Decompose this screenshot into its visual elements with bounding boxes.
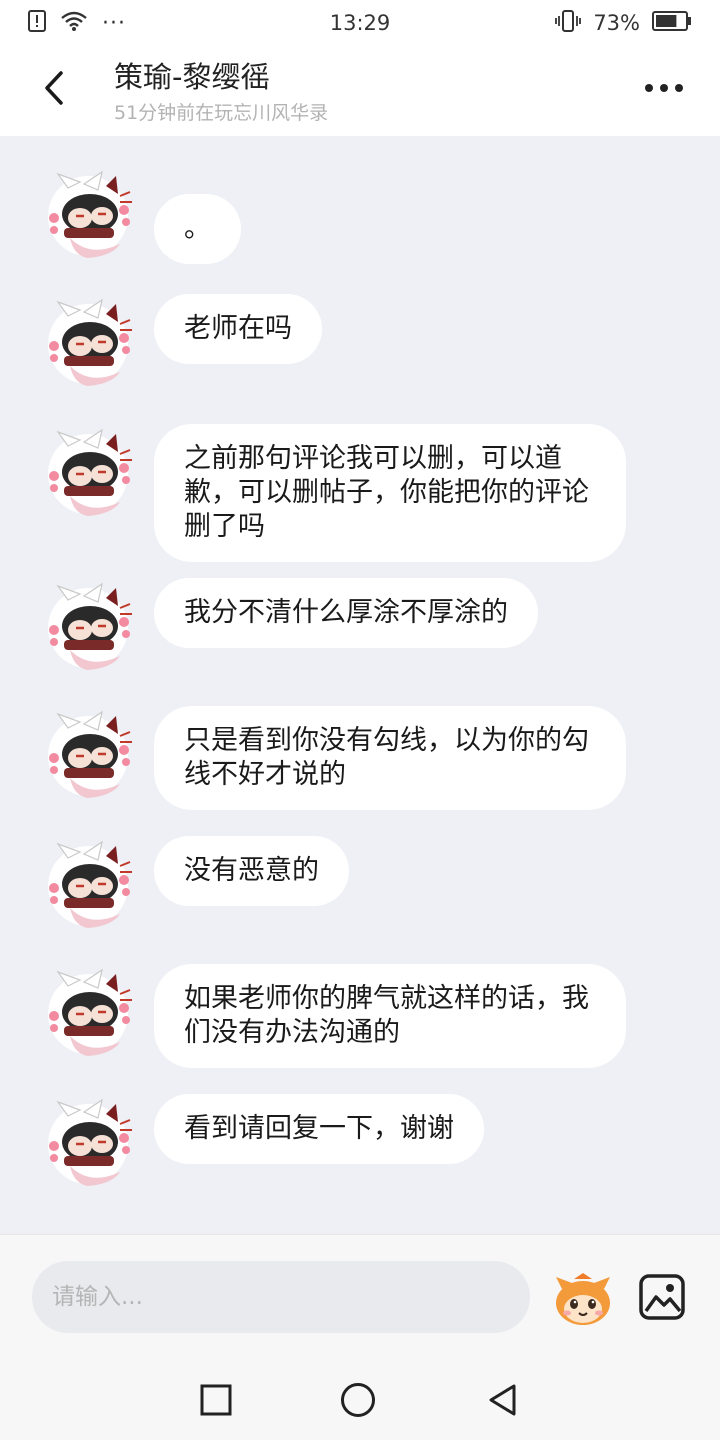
message-bubble[interactable]: 我分不清什么厚涂不厚涂的	[154, 578, 538, 648]
status-bar: ··· 13:29 73%	[0, 0, 720, 46]
sender-avatar[interactable]	[40, 294, 136, 390]
sender-avatar[interactable]	[40, 578, 136, 674]
image-picker-icon	[639, 1274, 685, 1320]
home-button[interactable]	[338, 1380, 378, 1420]
message-bubble[interactable]: 。	[154, 194, 241, 264]
sender-avatar[interactable]	[40, 964, 136, 1060]
back-triangle-icon	[489, 1384, 516, 1416]
more-options-icon	[645, 84, 683, 92]
sender-avatar[interactable]	[40, 1094, 136, 1190]
message-bubble[interactable]: 只是看到你没有勾线，以为你的勾线不好才说的	[154, 706, 626, 810]
sender-avatar[interactable]	[40, 706, 136, 802]
back-arrow-icon	[45, 71, 63, 105]
sim-alert-icon	[28, 9, 46, 37]
status-more-dots: ···	[102, 10, 126, 36]
status-left-icons: ···	[28, 9, 126, 37]
recents-square-icon	[200, 1384, 232, 1416]
emoji-face-icon	[556, 1273, 610, 1325]
sender-avatar[interactable]	[40, 424, 136, 520]
chat-subtitle: 51分钟前在玩忘川风华录	[114, 102, 329, 124]
status-time: 13:29	[329, 11, 391, 35]
system-back-button[interactable]	[482, 1380, 522, 1420]
chat-title: 策瑜-黎缨徭	[114, 60, 270, 94]
emoji-button[interactable]	[552, 1271, 614, 1327]
back-button[interactable]	[30, 64, 78, 112]
recents-button[interactable]	[196, 1380, 236, 1420]
more-options-button[interactable]	[644, 68, 684, 108]
wifi-icon	[60, 10, 88, 37]
message-bubble[interactable]: 老师在吗	[154, 294, 322, 364]
message-bubble[interactable]: 没有恶意的	[154, 836, 349, 906]
vibrate-icon	[555, 9, 582, 38]
message-bubble[interactable]: 如果老师你的脾气就这样的话，我们没有办法沟通的	[154, 964, 626, 1068]
battery-percent: 73%	[593, 11, 640, 35]
input-bar	[0, 1234, 720, 1358]
message-list[interactable]: 。 老师在吗 之前那句评论我可以删，可以道歉，可以删帖子，你能把你的评论删了吗 …	[0, 136, 720, 1234]
status-right-icons: 73%	[555, 9, 692, 38]
system-nav-bar	[0, 1358, 720, 1440]
image-picker-button[interactable]	[638, 1273, 686, 1321]
sender-avatar[interactable]	[40, 836, 136, 932]
message-bubble[interactable]: 之前那句评论我可以删，可以道歉，可以删帖子，你能把你的评论删了吗	[154, 424, 626, 562]
message-input[interactable]	[32, 1261, 530, 1333]
chat-header: 策瑜-黎缨徭 51分钟前在玩忘川风华录	[0, 46, 720, 136]
home-circle-icon	[341, 1383, 375, 1417]
battery-icon	[652, 10, 692, 36]
message-bubble[interactable]: 看到请回复一下，谢谢	[154, 1094, 484, 1164]
sender-avatar[interactable]	[40, 166, 136, 262]
